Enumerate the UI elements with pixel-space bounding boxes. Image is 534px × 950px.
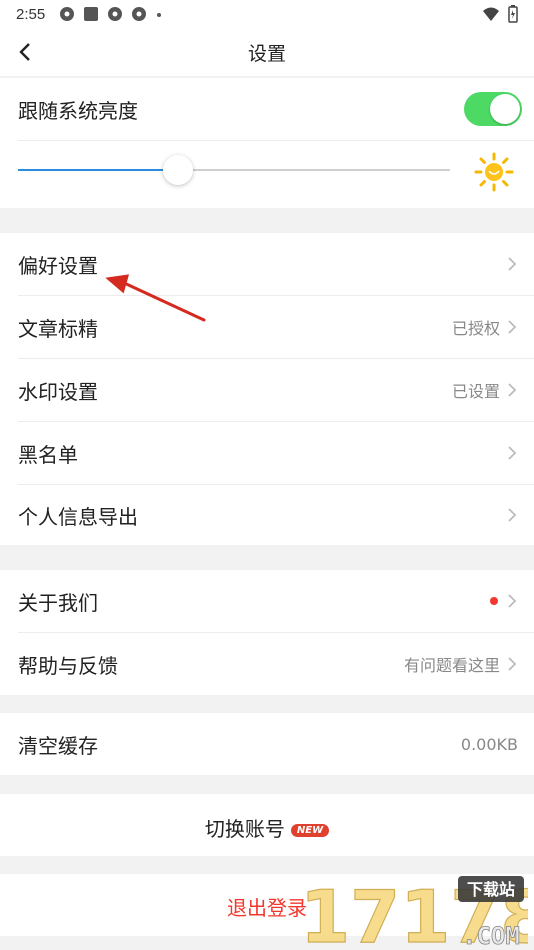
wifi-icon	[483, 7, 499, 21]
back-arrow-icon[interactable]	[14, 40, 38, 64]
switch-account-section: 切换账号 NEW	[0, 794, 534, 856]
follow-system-brightness-row: 跟随系统亮度	[0, 78, 534, 140]
preferences-row[interactable]: 偏好设置	[0, 233, 534, 295]
site-watermark-logo: 17178 下载站 .COM	[299, 874, 528, 950]
follow-system-brightness-toggle[interactable]	[464, 92, 522, 126]
about-us-row[interactable]: 关于我们	[0, 570, 534, 632]
divider	[18, 140, 534, 141]
help-feedback-row[interactable]: 帮助与反馈 有问题看这里	[0, 633, 534, 695]
notification-icons	[59, 6, 163, 22]
blacklist-row[interactable]: 黑名单	[0, 422, 534, 484]
battery-icon	[508, 5, 518, 23]
chevron-right-icon	[508, 657, 517, 671]
personal-info-export-row[interactable]: 个人信息导出	[0, 485, 534, 545]
row-value: 已设置	[451, 382, 500, 401]
row-label: 文章标精	[18, 316, 98, 341]
brightness-section: 跟随系统亮度	[0, 78, 534, 208]
chevron-right-icon	[508, 383, 517, 397]
watermark-tag: 下载站	[467, 880, 515, 899]
follow-system-brightness-label: 跟随系统亮度	[18, 98, 138, 123]
row-label: 关于我们	[18, 590, 98, 615]
row-value: 已授权	[451, 319, 500, 338]
chevron-right-icon	[508, 257, 517, 271]
brightness-slider[interactable]	[18, 155, 450, 185]
row-label: 黑名单	[18, 442, 78, 467]
more-dot-icon	[157, 13, 162, 17]
switch-account-label: 切换账号	[204, 817, 285, 841]
settings-list-2: 关于我们 帮助与反馈 有问题看这里	[0, 570, 534, 695]
row-label: 清空缓存	[18, 733, 98, 758]
square-notification-icon	[84, 7, 99, 21]
new-badge: NEW	[290, 824, 330, 837]
app-notification-icon	[108, 7, 123, 21]
chevron-right-icon	[508, 594, 517, 608]
row-label: 帮助与反馈	[18, 653, 118, 678]
watermark-settings-row[interactable]: 水印设置 已设置	[0, 359, 534, 421]
settings-list-1: 偏好设置 文章标精 已授权 水印设置 已设置 黑名单 个人信息导出	[0, 233, 534, 545]
row-label: 水印设置	[18, 379, 98, 404]
clear-cache-row[interactable]: 清空缓存 0.00KB	[0, 713, 534, 775]
chevron-right-icon	[508, 446, 517, 460]
cache-size-value: 0.00KB	[460, 734, 518, 754]
row-value: 有问题看这里	[403, 656, 500, 675]
row-label: 个人信息导出	[18, 504, 138, 529]
article-mark-row[interactable]: 文章标精 已授权	[0, 296, 534, 358]
row-label: 偏好设置	[18, 253, 98, 278]
switch-account-button[interactable]: 切换账号 NEW	[0, 813, 534, 842]
watermark-domain: .COM	[462, 922, 520, 950]
annotation-arrow	[105, 274, 206, 322]
chevron-right-icon	[508, 508, 517, 522]
chevron-right-icon	[508, 320, 517, 334]
new-dot-badge	[490, 597, 498, 605]
page-title: 设置	[247, 42, 286, 65]
toggle-knob	[490, 94, 520, 124]
sun-brightness-icon	[474, 152, 514, 192]
status-time: 2:55	[16, 5, 46, 23]
slider-fill	[18, 169, 178, 171]
slider-thumb[interactable]	[162, 155, 193, 185]
top-nav-bar: 设置	[0, 28, 534, 76]
app-notification-icon	[132, 7, 147, 21]
clear-cache-section: 清空缓存 0.00KB	[0, 713, 534, 775]
app-notification-icon	[60, 7, 75, 21]
status-bar: 2:55	[0, 0, 534, 28]
